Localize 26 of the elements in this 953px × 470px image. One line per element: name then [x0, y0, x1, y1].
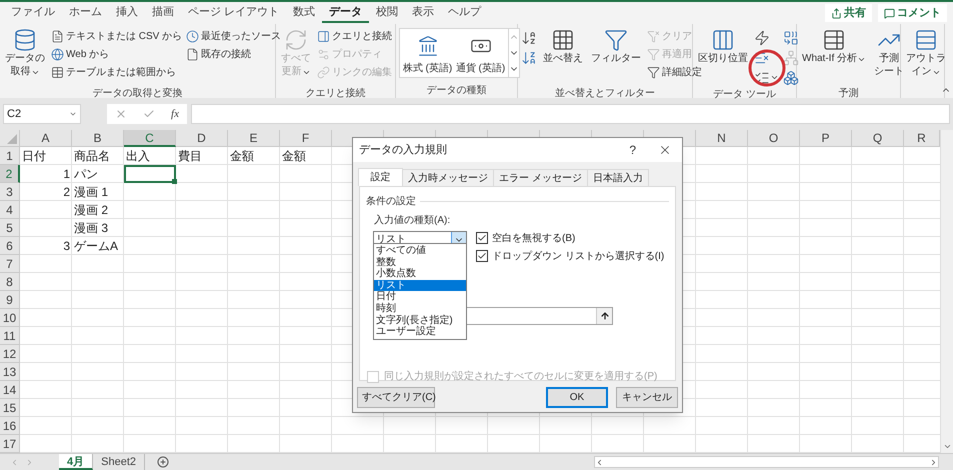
dialog-title: データの入力規則 — [359, 142, 447, 158]
cell-text: 商品名 — [74, 148, 110, 165]
group-label: 予測 — [838, 86, 858, 101]
cell-text: 金額 — [282, 148, 306, 165]
cell-text: 3 — [63, 238, 70, 255]
cell-text: 日付 — [22, 148, 46, 165]
cell-text: 出入 — [126, 148, 150, 165]
cell-text: 1 — [63, 166, 70, 183]
checkbox-label: ドロップダウン リストから選択する(I) — [492, 250, 664, 264]
cell-text: 2 — [63, 184, 70, 201]
group-label: データの種類 — [426, 84, 486, 98]
cell-text: 漫画 2 — [74, 202, 108, 219]
checkbox-label: 同じ入力規則が設定されたすべてのセルに変更を適用する(P) — [384, 370, 658, 384]
checkbox-label: 空白を無視する(B) — [492, 232, 576, 246]
field-label: 入力値の種類(A): — [374, 214, 450, 228]
cell-text: 金額 — [230, 148, 254, 165]
group-label: クエリと接続 — [306, 86, 366, 101]
section-title: 条件の設定 — [366, 194, 416, 209]
cell-text: パン — [74, 166, 98, 183]
cell-text: 漫画 3 — [74, 220, 108, 237]
group-label: 並べ替えとフィルター — [555, 86, 655, 101]
group-label: データ ツール — [713, 88, 776, 102]
cell-text: ゲームA — [74, 238, 118, 255]
group-label: データの取得と変換 — [92, 86, 182, 101]
cell-text: 費目 — [178, 148, 202, 165]
cell-text: 漫画 1 — [74, 184, 108, 201]
